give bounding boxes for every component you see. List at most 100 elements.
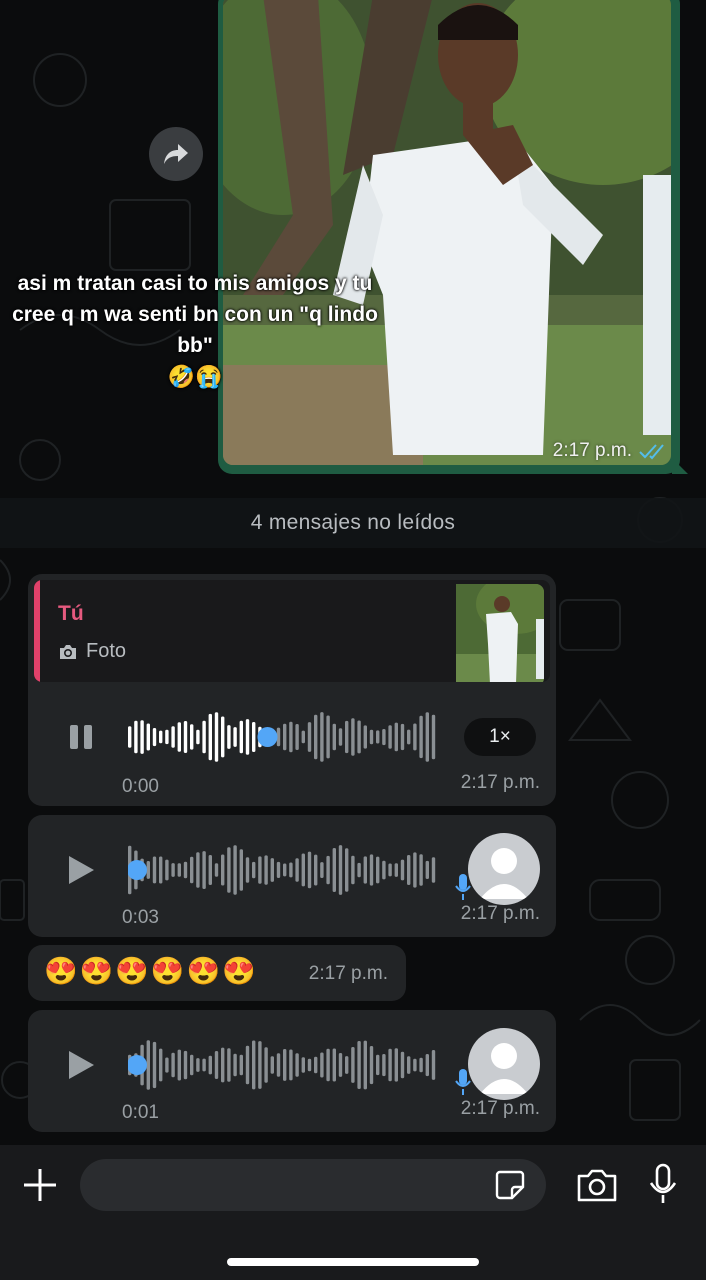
waveform-bar: [276, 861, 281, 878]
waveform-bar: [320, 712, 324, 762]
waveform-bar: [221, 1047, 225, 1083]
waveform-bar: [208, 1055, 212, 1075]
waveform-bar: [227, 725, 231, 749]
waveform-bar: [152, 1041, 157, 1089]
waveform-bar: [314, 1056, 318, 1074]
emoji-message-bubble[interactable]: 😍😍😍😍😍😍 2:17 p.m.: [28, 945, 406, 1001]
forward-arrow-icon: [164, 144, 188, 164]
play-icon[interactable]: [66, 1050, 96, 1080]
voice-waveform[interactable]: [128, 712, 438, 762]
waveform-bar: [177, 863, 181, 877]
waveform-bar: [289, 721, 293, 753]
waveform-bar: [388, 725, 392, 749]
waveform-bar: [289, 862, 293, 878]
playback-scrubber[interactable]: [257, 727, 278, 747]
waveform-bar: [283, 1049, 287, 1081]
microphone-icon[interactable]: [648, 1163, 678, 1205]
bubble-tail: [672, 458, 688, 474]
sticker-icon[interactable]: [494, 1169, 526, 1201]
waveform-bar: [363, 856, 367, 884]
play-icon[interactable]: [66, 855, 96, 885]
message-time: 2:17 p.m.: [460, 772, 540, 793]
overlay-caption-text: asi m tratan casi to mis amigos y tu cre…: [12, 272, 378, 357]
waveform-bar: [295, 858, 299, 882]
waveform-bar: [190, 1054, 194, 1076]
voice-waveform[interactable]: [128, 1040, 438, 1090]
waveform-bar: [407, 1056, 411, 1074]
waveform-bar: [431, 1050, 436, 1080]
waveform-bar: [376, 856, 380, 884]
message-input[interactable]: [80, 1159, 546, 1211]
waveform-bar: [400, 723, 405, 751]
waveform-bar: [165, 859, 169, 881]
waveform-bar: [239, 720, 243, 754]
waveform-bar: [214, 863, 219, 877]
attach-plus-icon[interactable]: [22, 1167, 58, 1203]
waveform-bar: [252, 722, 256, 752]
chat-background: 2:17 p.m. asi m tratan casi to mis amigo…: [0, 0, 706, 1145]
quote-author: Tú: [58, 602, 84, 625]
photo-image[interactable]: [223, 0, 671, 465]
forward-button[interactable]: [149, 127, 203, 181]
waveform-bar: [245, 719, 250, 755]
waveform-bar: [146, 1040, 150, 1090]
waveform-bar: [363, 1040, 367, 1090]
waveform-bar: [351, 1047, 355, 1083]
waveform-bar: [264, 1047, 268, 1083]
waveform-bar: [146, 861, 150, 879]
waveform-bar: [202, 851, 206, 889]
waveform-bar: [295, 1053, 299, 1077]
voice-duration: 0:00: [122, 776, 159, 797]
waveform-bar: [221, 854, 225, 886]
voice-message-bubble[interactable]: Tú Foto 1× 0:00 2:17 p.m.: [28, 574, 556, 806]
waveform-bar: [394, 722, 398, 752]
waveform-bar: [326, 715, 330, 759]
waveform-bar: [171, 863, 175, 877]
quoted-message[interactable]: Tú Foto: [34, 580, 550, 682]
waveform-bar: [258, 1041, 262, 1089]
waveform-bar: [171, 1052, 175, 1078]
waveform-bar: [152, 728, 157, 747]
waveform-bar: [208, 713, 212, 761]
waveform-bar: [394, 863, 398, 877]
pause-icon[interactable]: [68, 724, 94, 750]
waveform-bar: [245, 1045, 250, 1085]
voice-message-bubble[interactable]: 0:01 2:17 p.m.: [28, 1010, 556, 1132]
waveform-bar: [152, 856, 157, 884]
waveform-bar: [307, 722, 312, 752]
waveform-bar: [388, 1048, 392, 1082]
waveform-bar: [128, 726, 132, 748]
camera-icon[interactable]: [576, 1167, 618, 1203]
waveform-bar: [177, 722, 181, 752]
voice-duration: 0:03: [122, 907, 159, 928]
waveform-bar: [357, 1041, 361, 1089]
voice-duration: 0:01: [122, 1102, 159, 1123]
voice-message-bubble[interactable]: 0:03 2:17 p.m.: [28, 815, 556, 937]
waveform-bar: [307, 1058, 312, 1072]
avatar[interactable]: [468, 833, 540, 905]
default-avatar-icon: [480, 1043, 528, 1094]
waveform-bar: [289, 1049, 293, 1081]
waveform-bar: [332, 1048, 336, 1082]
waveform-bar: [369, 729, 374, 745]
waveform-bar: [419, 715, 423, 759]
waveform-bar: [146, 723, 150, 751]
voice-waveform[interactable]: [128, 845, 438, 895]
waveform-bar: [177, 1049, 181, 1081]
waveform-bar: [425, 712, 429, 762]
waveform-bar: [214, 712, 219, 762]
waveform-bar: [301, 1057, 305, 1073]
waveform-bar: [394, 1048, 398, 1082]
waveform-bar: [338, 1053, 343, 1077]
photo-message-bubble[interactable]: 2:17 p.m.: [218, 0, 688, 474]
waveform-bar: [425, 1054, 429, 1077]
playback-scrubber[interactable]: [128, 860, 147, 880]
home-indicator[interactable]: [227, 1258, 479, 1266]
quote-kind-label: Foto: [86, 640, 127, 662]
waveform-bar: [227, 1048, 231, 1082]
waveform-bar: [283, 863, 287, 877]
playback-speed-button[interactable]: 1×: [464, 718, 536, 756]
playback-scrubber[interactable]: [128, 1055, 147, 1075]
avatar[interactable]: [468, 1028, 540, 1100]
waveform-bar: [338, 728, 343, 746]
